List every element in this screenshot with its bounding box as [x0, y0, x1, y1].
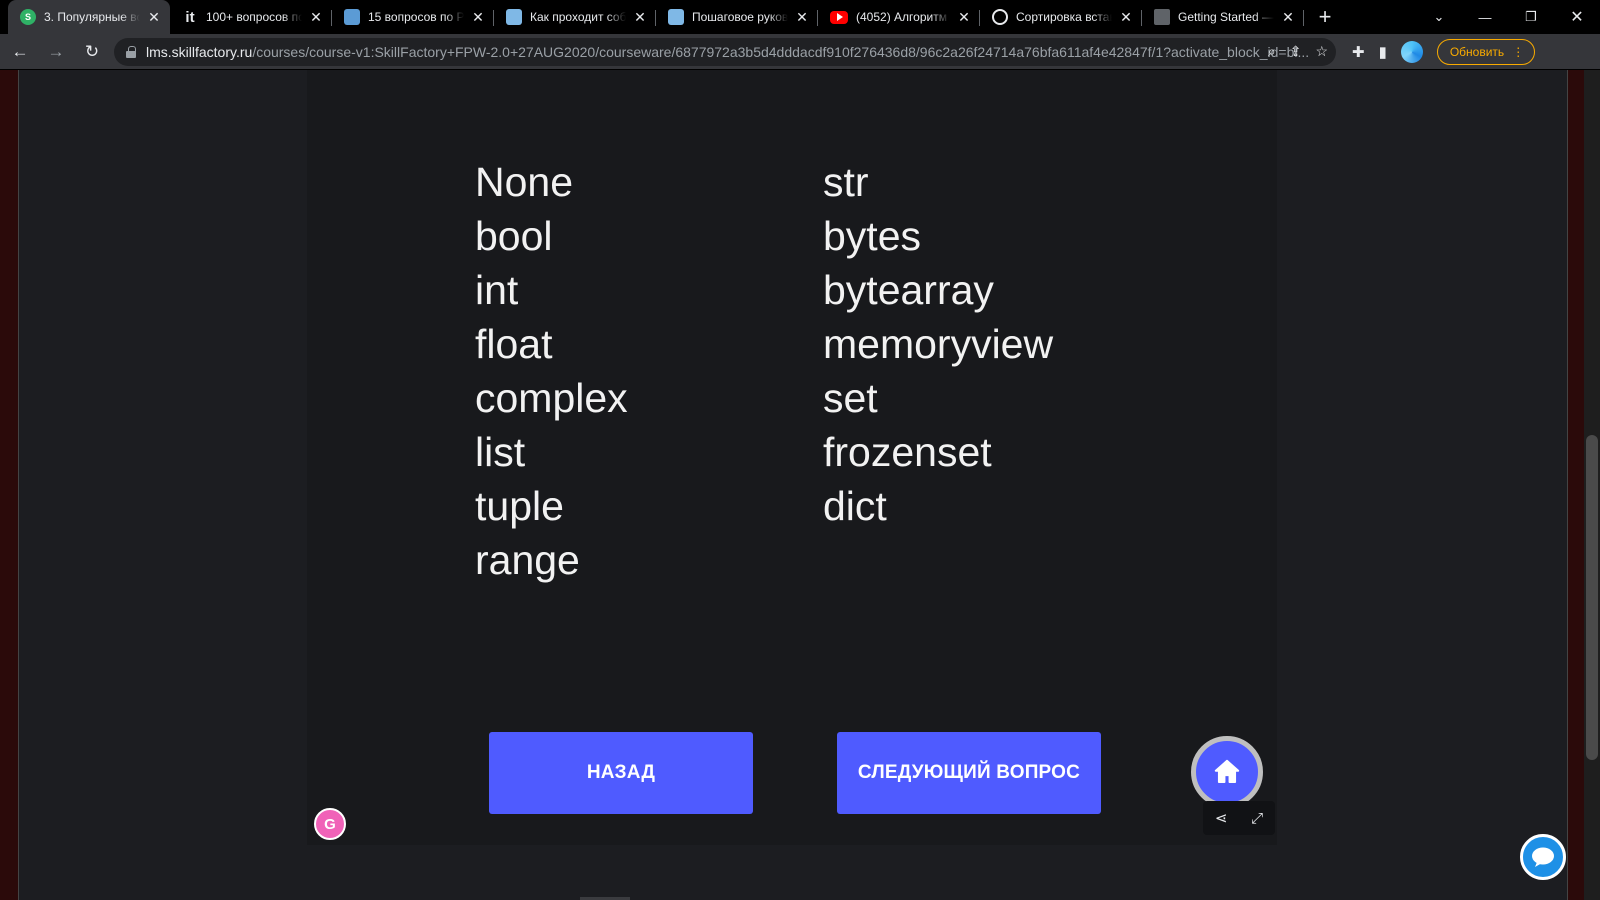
share-icon[interactable]: ⇪ [1290, 43, 1302, 60]
browser-tab[interactable]: Как проходит собеседование ✕ [494, 0, 656, 34]
type-name: complex [475, 375, 628, 421]
close-window-icon[interactable]: ✕ [1554, 0, 1600, 34]
grammarly-icon[interactable]: G [314, 808, 346, 840]
toolbar-actions: ✚ ▮ Обновить ⋮ [1352, 38, 1536, 65]
tab-close-icon[interactable]: ✕ [146, 9, 162, 25]
profile-avatar[interactable] [1400, 40, 1423, 63]
youtube-favicon-icon [830, 10, 848, 24]
type-name: range [475, 537, 580, 583]
type-name: float [475, 321, 553, 367]
omnibox-actions: ⌕ ⇪ ☆ [1268, 38, 1328, 66]
type-name: bool [475, 213, 553, 259]
tab-close-icon[interactable]: ✕ [632, 9, 648, 25]
page-right-edge [1567, 70, 1584, 900]
github-favicon-icon [992, 9, 1008, 25]
update-button[interactable]: Обновить ⋮ [1436, 38, 1536, 65]
type-name: tuple [475, 483, 564, 529]
restore-icon[interactable]: ❐ [1508, 0, 1554, 34]
browser-tab[interactable]: Getting Started — Django ✕ [1142, 0, 1304, 34]
type-name: memoryview [823, 321, 1054, 367]
type-name: str [823, 159, 869, 205]
browser-tab[interactable]: it 100+ вопросов по Python ✕ [170, 0, 332, 34]
type-name: frozenset [823, 429, 992, 475]
tab-close-icon[interactable]: ✕ [794, 9, 810, 25]
back-button[interactable]: НАЗАД [489, 732, 753, 814]
home-button[interactable] [1191, 736, 1263, 808]
habr-favicon-icon [344, 9, 360, 25]
browser-tab[interactable]: Пошаговое руководство ✕ [656, 0, 818, 34]
browser-tab-strip: S 3. Популярные вопросы ✕ it 100+ вопросов п… [0, 0, 1600, 34]
menu-dots-icon: ⋮ [1512, 44, 1525, 59]
back-arrow-icon[interactable]: ← [4, 36, 36, 68]
browser-toolbar: ← → ↻ lms.skillfactory.ru /courses/cours… [0, 34, 1600, 70]
address-bar[interactable]: lms.skillfactory.ru /courses/course-v1:S… [114, 37, 1336, 66]
tab-close-icon[interactable]: ✕ [956, 9, 972, 25]
tab-close-icon[interactable]: ✕ [470, 9, 486, 25]
type-name: list [475, 429, 526, 475]
types-column-left: None bool int float complex list tuple range [475, 155, 628, 587]
tab-title: 3. Популярные вопросы [44, 10, 140, 24]
tab-title: Пошаговое руководство [692, 10, 788, 24]
docs-favicon-icon [1154, 9, 1170, 25]
scrollbar-thumb[interactable] [1586, 435, 1598, 760]
chat-bubble-icon [1532, 847, 1554, 867]
home-icon [1214, 759, 1240, 783]
tproger-favicon-icon [506, 9, 522, 25]
tab-title: Как проходит собеседование [530, 10, 626, 24]
tab-close-icon[interactable]: ✕ [1118, 9, 1134, 25]
it-favicon-icon: it [185, 8, 195, 26]
tab-title: Сортировка вставками [1016, 10, 1112, 24]
reload-icon[interactable]: ↻ [76, 36, 108, 68]
type-name: dict [823, 483, 887, 529]
bookmark-star-icon[interactable]: ☆ [1315, 43, 1328, 60]
tab-title: Getting Started — Django [1178, 10, 1274, 24]
zoom-icon[interactable]: ⌕ [1268, 43, 1276, 60]
tab-close-icon[interactable]: ✕ [1280, 9, 1296, 25]
new-tab-button[interactable]: + [1308, 0, 1342, 34]
browser-tab[interactable]: Сортировка вставками ✕ [980, 0, 1142, 34]
tproger-favicon-icon [668, 9, 684, 25]
tab-title: 15 вопросов по Python [368, 10, 464, 24]
next-question-button[interactable]: СЛЕДУЮЩИЙ ВОПРОС [837, 732, 1101, 814]
tab-title: 100+ вопросов по Python [206, 10, 302, 24]
types-column-right: str bytes bytearray memoryview set frozenset d… [823, 155, 1053, 533]
type-name: int [475, 267, 519, 313]
browser-tab[interactable]: (4052) Алгоритм быстрой ✕ [818, 0, 980, 34]
type-name: set [823, 375, 878, 421]
chat-button[interactable] [1520, 834, 1566, 880]
page-viewport: None bool int float complex list tuple range st… [0, 70, 1600, 900]
share-nodes-icon[interactable]: ⋖ [1215, 809, 1228, 827]
slide-tools: ⋖ ⤢ [1203, 801, 1275, 835]
tab-list: S 3. Популярные вопросы ✕ it 100+ вопросов п… [0, 0, 1304, 34]
update-label: Обновить [1449, 44, 1505, 59]
page-left-edge [0, 70, 19, 900]
tab-close-icon[interactable]: ✕ [308, 9, 324, 25]
tab-search-icon[interactable]: ⌄ [1416, 0, 1462, 34]
tab-title: (4052) Алгоритм быстрой [856, 10, 950, 24]
type-name: None [475, 159, 574, 205]
skillfactory-favicon-icon: S [20, 9, 36, 25]
type-name: bytes [823, 213, 921, 259]
browser-tab[interactable]: 15 вопросов по Python ✕ [332, 0, 494, 34]
lock-icon [126, 45, 136, 58]
minimize-icon[interactable]: — [1462, 0, 1508, 34]
browser-tab[interactable]: S 3. Популярные вопросы ✕ [8, 0, 170, 34]
fullscreen-icon[interactable]: ⤢ [1251, 810, 1263, 827]
slide-card [307, 70, 1277, 845]
side-panel-icon[interactable]: ▮ [1379, 43, 1387, 61]
extensions-puzzle-icon[interactable]: ✚ [1352, 43, 1365, 61]
type-name: bytearray [823, 267, 994, 313]
url-path: /courses/course-v1:SkillFactory+FPW-2.0+… [252, 43, 1310, 60]
forward-arrow-icon[interactable]: → [40, 36, 72, 68]
url-host: lms.skillfactory.ru [146, 43, 253, 60]
